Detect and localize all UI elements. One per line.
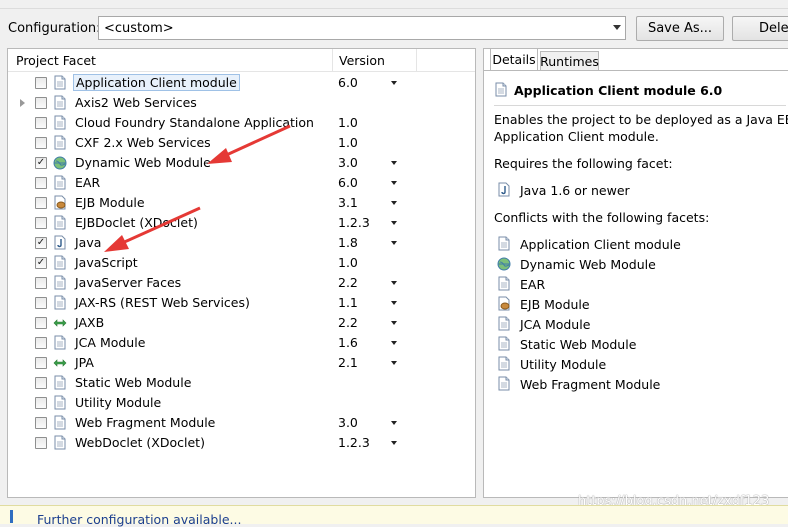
annotation-arrows [104, 124, 291, 252]
red-arrow-dynamic-web [207, 124, 291, 164]
red-arrow-java [104, 206, 201, 252]
